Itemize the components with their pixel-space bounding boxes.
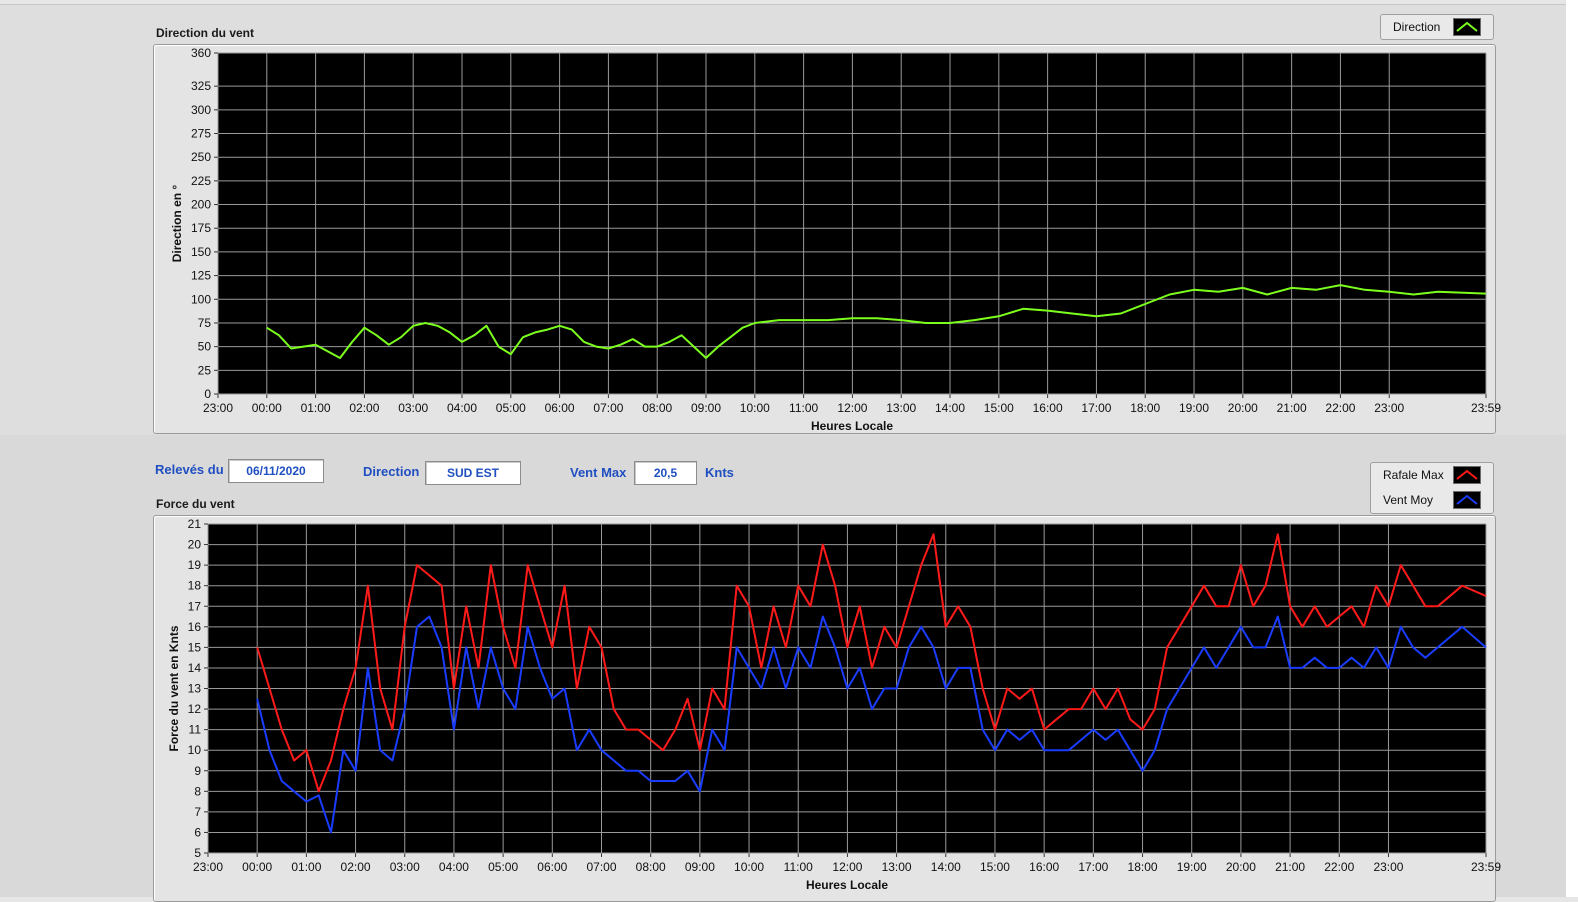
y-tick-label: 13	[188, 682, 202, 696]
x-tick-label: 15:00	[980, 860, 1010, 874]
x-tick-label: 13:00	[882, 860, 912, 874]
x-tick-label: 20:00	[1226, 860, 1256, 874]
x-tick-label: 09:00	[685, 860, 715, 874]
y-tick-label: 14	[188, 661, 202, 675]
force-chart: 23:00 00:00 01:00 02:00 03:00 04:00 05:00 06:00…	[167, 517, 1501, 892]
y-tick-label: 9	[194, 764, 201, 778]
y-tick-label: 15	[188, 640, 202, 654]
x-tick-label: 11:00	[784, 860, 813, 874]
x-tick-label: 12:00	[832, 860, 862, 874]
x-tick-label: 10:00	[734, 860, 764, 874]
x-tick-label: 05:00	[488, 860, 518, 874]
y-tick-label: 7	[194, 805, 201, 819]
y-tick-label: 18	[188, 579, 202, 593]
x-tick-label: 07:00	[586, 860, 616, 874]
x-tick-label: 08:00	[636, 860, 666, 874]
y-tick-label: 12	[188, 702, 202, 716]
x-tick-label: 23:00	[1373, 860, 1403, 874]
x-tick-label: 03:00	[390, 860, 420, 874]
x-tick-label: 04:00	[439, 860, 469, 874]
x-tick-label: 01:00	[291, 860, 321, 874]
x-tick-label: 14:00	[931, 860, 961, 874]
x-tick-label: 16:00	[1029, 860, 1059, 874]
x-tick-label: 19:00	[1177, 860, 1207, 874]
x-tick-label: 23:00	[193, 860, 223, 874]
y-tick-label: 5	[194, 846, 201, 860]
x-tick-label: 23:59	[1471, 860, 1501, 874]
x-tick-label: 21:00	[1275, 860, 1305, 874]
y-tick-label: 17	[188, 599, 202, 613]
x-tick-label: 06:00	[537, 860, 567, 874]
y-tick-label: 8	[194, 784, 201, 798]
y-tick-label: 19	[188, 558, 202, 572]
x-axis-label: Heures Locale	[806, 878, 888, 892]
y-tick-label: 11	[189, 723, 202, 737]
y-tick-label: 10	[188, 743, 202, 757]
y-tick-label: 21	[188, 517, 202, 531]
y-tick-label: 20	[188, 538, 202, 552]
y-tick-label: 16	[188, 620, 202, 634]
y-axis-label: Force du vent en Knts	[167, 625, 181, 751]
x-tick-label: 00:00	[242, 860, 272, 874]
x-tick-label: 22:00	[1324, 860, 1354, 874]
x-tick-label: 02:00	[341, 860, 371, 874]
y-tick-label: 6	[194, 825, 201, 839]
x-tick-label: 17:00	[1078, 860, 1108, 874]
x-tick-label: 18:00	[1128, 860, 1158, 874]
